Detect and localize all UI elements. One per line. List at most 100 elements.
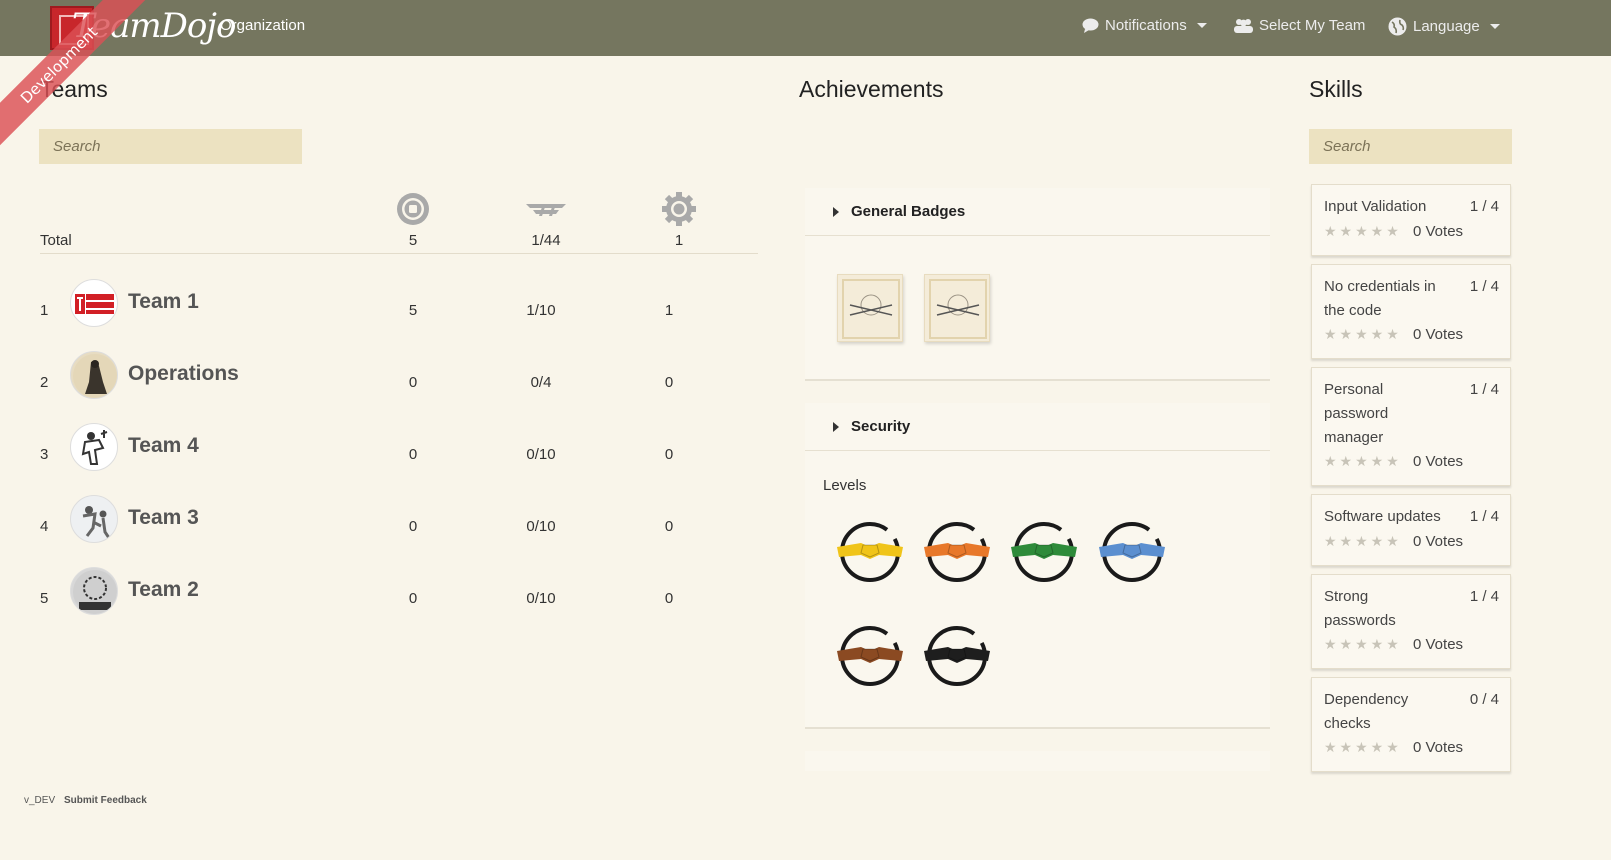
security-label: Security xyxy=(851,418,911,435)
security-panel: Security Levels xyxy=(805,403,1270,729)
rating-stars-icon[interactable]: ★★★★★ xyxy=(1324,453,1402,470)
karate-avatar-icon xyxy=(81,430,108,465)
nav-notifications-label: Notifications xyxy=(1105,17,1187,34)
belt-level-icon[interactable] xyxy=(922,517,992,587)
badge-ninja-tanto[interactable] xyxy=(924,274,990,342)
teams-search-input[interactable] xyxy=(39,129,302,164)
skills-search-input[interactable] xyxy=(1309,129,1512,164)
belt-level-icon[interactable] xyxy=(835,517,905,587)
general-badges-header[interactable]: General Badges xyxy=(805,188,1270,236)
belt-level-icon[interactable] xyxy=(1009,517,1079,587)
next-panel-partial xyxy=(805,751,1270,771)
gear-badge-icon xyxy=(662,192,696,226)
team-levels: 0 xyxy=(408,446,418,463)
version-label: v_DEV xyxy=(24,795,56,806)
skill-votes: 0 Votes xyxy=(1413,636,1464,653)
team-rank: 2 xyxy=(40,374,49,391)
team-row-team-3[interactable]: 4 Team 3 0 0/10 0 xyxy=(40,495,758,567)
team-name[interactable]: Team 3 xyxy=(128,506,199,530)
teams-title: Teams xyxy=(40,76,108,102)
skill-card[interactable]: No credentials in the code 1 / 4 ★★★★★ 0… xyxy=(1311,264,1511,359)
belt-level-icon[interactable] xyxy=(1097,517,1167,587)
team-skills: 0/4 xyxy=(530,374,552,391)
skill-name: Personal password manager xyxy=(1324,381,1389,446)
skill-count: 1 / 4 xyxy=(1469,588,1499,605)
rating-stars-icon[interactable]: ★★★★★ xyxy=(1324,739,1402,756)
team-skills: 0/10 xyxy=(526,518,556,535)
users-icon xyxy=(1234,19,1253,33)
rating-stars-icon[interactable]: ★★★★★ xyxy=(1324,326,1402,343)
submit-feedback-link[interactable]: Submit Feedback xyxy=(64,795,147,806)
team-name[interactable]: Team 2 xyxy=(128,578,199,602)
nav-select-my-team[interactable]: Select My Team xyxy=(1234,17,1365,34)
teams-header-row: Total 5 1/44 1 xyxy=(40,190,758,254)
nav-language[interactable]: Language xyxy=(1388,17,1500,36)
skill-card[interactable]: Input Validation 1 / 4 ★★★★★ 0 Votes xyxy=(1311,184,1511,256)
nav-organization[interactable]: Organization xyxy=(220,17,305,34)
dojo-gate-icon xyxy=(526,204,566,216)
team-name[interactable]: Operations xyxy=(128,362,239,386)
rating-stars-icon[interactable]: ★★★★★ xyxy=(1324,636,1402,653)
general-badges-panel: General Badges xyxy=(805,188,1270,381)
level-coin-icon xyxy=(397,193,429,225)
skill-name: Software updates xyxy=(1324,508,1441,525)
team-badges: 0 xyxy=(664,374,674,391)
skills-title: Skills xyxy=(1309,76,1363,102)
badge-ninja-tanto[interactable] xyxy=(837,274,903,342)
globe-icon xyxy=(1388,17,1407,36)
team-levels: 0 xyxy=(408,590,418,607)
rating-stars-icon[interactable]: ★★★★★ xyxy=(1324,223,1402,240)
belt-level-icon[interactable] xyxy=(835,621,905,691)
team-row-team-1[interactable]: 1 Team 1 5 1/10 1 xyxy=(40,279,758,351)
skill-votes: 0 Votes xyxy=(1413,223,1464,240)
team-row-operations[interactable]: 2 Operations 0 0/4 0 xyxy=(40,351,758,423)
skill-name: Strong passwords xyxy=(1324,588,1396,629)
total-label: Total xyxy=(40,232,72,249)
team-badges: 1 xyxy=(664,302,674,319)
skill-count: 1 / 4 xyxy=(1469,198,1499,215)
team-name[interactable]: Team 4 xyxy=(128,434,199,458)
skill-card[interactable]: Personal password manager 1 / 4 ★★★★★ 0 … xyxy=(1311,367,1511,486)
team-skills: 0/10 xyxy=(526,590,556,607)
team-tech-logo-icon xyxy=(73,570,117,614)
team-avatar xyxy=(70,351,118,399)
teamdojo-logo[interactable]: TeamDojo xyxy=(50,4,236,50)
nav-select-my-team-label: Select My Team xyxy=(1259,17,1366,34)
skill-card[interactable]: Dependency checks 0 / 4 ★★★★★ 0 Votes xyxy=(1311,677,1511,772)
chevron-down-icon xyxy=(1489,24,1500,29)
team-rank: 1 xyxy=(40,302,49,319)
skill-card[interactable]: Software updates 1 / 4 ★★★★★ 0 Votes xyxy=(1311,494,1511,566)
logo-text: TeamDojo xyxy=(72,6,236,46)
skill-votes: 0 Votes xyxy=(1413,533,1464,550)
team-rank: 5 xyxy=(40,590,49,607)
skill-count: 0 / 4 xyxy=(1469,691,1499,708)
team-rank: 3 xyxy=(40,446,49,463)
belt-level-icon[interactable] xyxy=(922,621,992,691)
general-badges-label: General Badges xyxy=(851,203,966,220)
team-row-team-4[interactable]: 3 Team 4 0 0/10 0 xyxy=(40,423,758,495)
skill-votes: 0 Votes xyxy=(1413,453,1464,470)
skill-name: No credentials in the code xyxy=(1324,278,1436,319)
team-badges: 0 xyxy=(664,518,674,535)
caret-right-icon xyxy=(833,206,839,217)
team-levels: 0 xyxy=(408,518,418,535)
fighters-avatar-icon xyxy=(82,506,111,539)
top-navbar: TeamDojo Organization Notifications Sele… xyxy=(0,0,1611,56)
total-levels: 5 xyxy=(408,232,418,249)
security-header[interactable]: Security xyxy=(805,403,1270,451)
rating-stars-icon[interactable]: ★★★★★ xyxy=(1324,533,1402,550)
skill-count: 1 / 4 xyxy=(1469,278,1499,295)
team-skills: 0/10 xyxy=(526,446,556,463)
team-name[interactable]: Team 1 xyxy=(128,290,199,314)
team-avatar xyxy=(70,423,118,471)
team-skills: 1/10 xyxy=(526,302,556,319)
team-avatar xyxy=(70,567,118,615)
skill-votes: 0 Votes xyxy=(1413,326,1464,343)
team-avatar xyxy=(70,279,118,327)
skill-name: Dependency checks xyxy=(1324,691,1409,732)
nav-notifications[interactable]: Notifications xyxy=(1082,17,1207,34)
samurai-avatar-icon xyxy=(73,354,117,398)
team-row-team-2[interactable]: 5 Team 2 0 0/10 0 xyxy=(40,567,758,639)
skill-card[interactable]: Strong passwords 1 / 4 ★★★★★ 0 Votes xyxy=(1311,574,1511,669)
skill-count: 1 / 4 xyxy=(1469,381,1499,398)
